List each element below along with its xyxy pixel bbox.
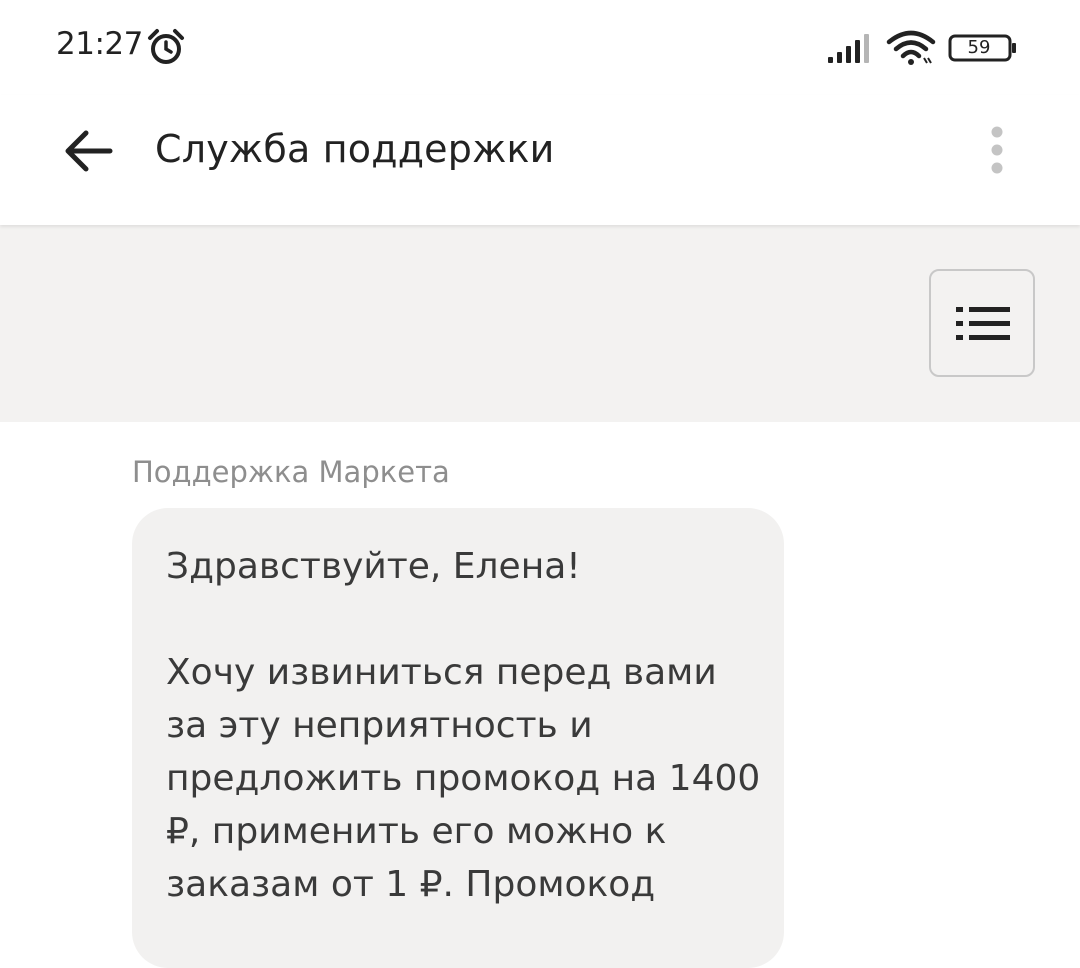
message-greeting: Здравствуйте, Елена!	[166, 546, 581, 587]
message-bubble: Здравствуйте, Елена! Хочу извиниться пер…	[132, 508, 784, 968]
page-title: Служба поддержки	[155, 127, 555, 171]
app-bar: Служба поддержки	[0, 95, 1080, 225]
chat-toolbar	[0, 225, 1080, 422]
list-icon	[956, 307, 1010, 340]
signal-icon	[828, 34, 869, 63]
message-text: Здравствуйте, Елена! Хочу извиниться пер…	[166, 540, 766, 911]
message-sender: Поддержка Маркета	[132, 455, 450, 489]
status-time: 21:27	[56, 26, 143, 62]
wifi-icon	[886, 30, 936, 65]
status-bar: 21:27 59	[0, 0, 1080, 95]
back-arrow-icon[interactable]	[62, 129, 114, 173]
message-body: Хочу извиниться перед вами за эту неприя…	[166, 652, 761, 905]
battery-level: 59	[967, 37, 991, 58]
alarm-clock-icon	[148, 29, 184, 64]
more-vertical-icon[interactable]	[985, 125, 1009, 175]
menu-button[interactable]	[929, 269, 1035, 377]
chat-messages: Поддержка Маркета Здравствуйте, Елена! Х…	[0, 422, 1080, 968]
